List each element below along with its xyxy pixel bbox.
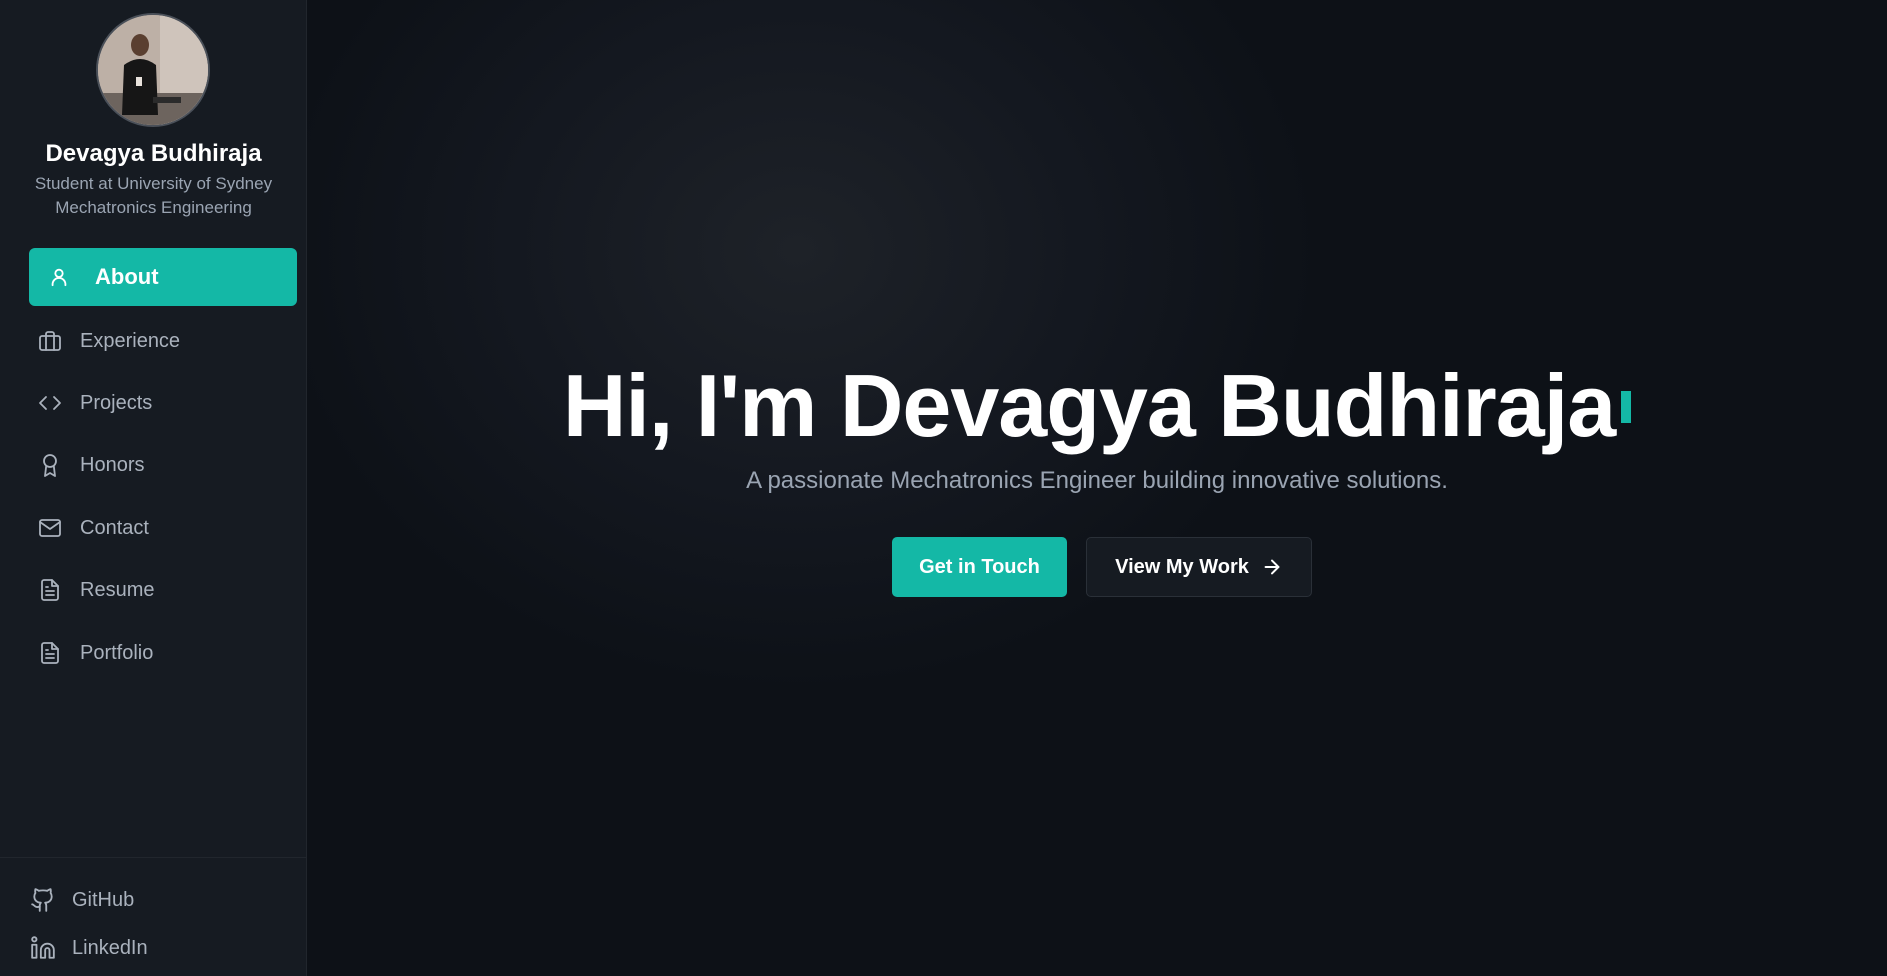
sidebar-item-honors[interactable]: Honors <box>29 436 297 494</box>
briefcase-icon <box>38 329 62 353</box>
sidebar-item-contact[interactable]: Contact <box>29 499 297 557</box>
profile-photo <box>98 15 208 125</box>
user-icon <box>47 265 71 289</box>
code-icon <box>38 391 62 415</box>
github-link[interactable]: GitHub <box>29 885 134 915</box>
profile-subtitle-university: Student at University of Sydney <box>34 174 273 193</box>
sidebar-item-label: Experience <box>80 329 181 352</box>
sidebar-item-about[interactable]: About <box>29 248 297 306</box>
document-icon <box>38 578 62 602</box>
sidebar-item-label: Projects <box>80 391 153 414</box>
mail-icon <box>38 516 62 540</box>
linkedin-icon <box>29 934 57 962</box>
sidebar-divider <box>0 857 306 858</box>
get-in-touch-button[interactable]: Get in Touch <box>892 537 1067 597</box>
linkedin-link[interactable]: LinkedIn <box>29 933 148 963</box>
get-in-touch-label: Get in Touch <box>919 555 1040 578</box>
sidebar-item-portfolio[interactable]: Portfolio <box>29 624 297 682</box>
main-content: Hi, I'm Devagya Budhiraja A passionate M… <box>307 0 1887 976</box>
award-icon <box>38 453 62 477</box>
typing-cursor <box>1621 390 1632 423</box>
sidebar-item-label: Portfolio <box>80 641 154 664</box>
hero-subtitle: A passionate Mechatronics Engineer build… <box>746 467 1448 494</box>
sidebar: Devagya Budhiraja Student at University … <box>0 0 307 976</box>
sidebar-item-label: Honors <box>80 453 145 476</box>
sidebar-item-projects[interactable]: Projects <box>29 374 297 432</box>
hero-title: Hi, I'm Devagya Budhiraja <box>307 355 1887 457</box>
sidebar-item-experience[interactable]: Experience <box>29 312 297 370</box>
avatar <box>96 13 210 127</box>
view-my-work-label: View My Work <box>1115 555 1249 578</box>
profile-name: Devagya Budhiraja <box>45 140 262 167</box>
sidebar-item-label: Resume <box>80 578 155 601</box>
sidebar-item-label: About <box>95 264 159 289</box>
github-icon <box>29 886 57 914</box>
view-my-work-button[interactable]: View My Work <box>1086 537 1312 597</box>
hero-title-text: Hi, I'm Devagya Budhiraja <box>562 356 1616 455</box>
document-icon <box>38 641 62 665</box>
linkedin-label: LinkedIn <box>72 936 148 959</box>
sidebar-item-label: Contact <box>80 516 149 539</box>
github-label: GitHub <box>72 888 135 911</box>
arrow-right-icon <box>1261 556 1283 578</box>
profile-subtitle-major: Mechatronics Engineering <box>55 198 252 217</box>
sidebar-item-resume[interactable]: Resume <box>29 561 297 619</box>
